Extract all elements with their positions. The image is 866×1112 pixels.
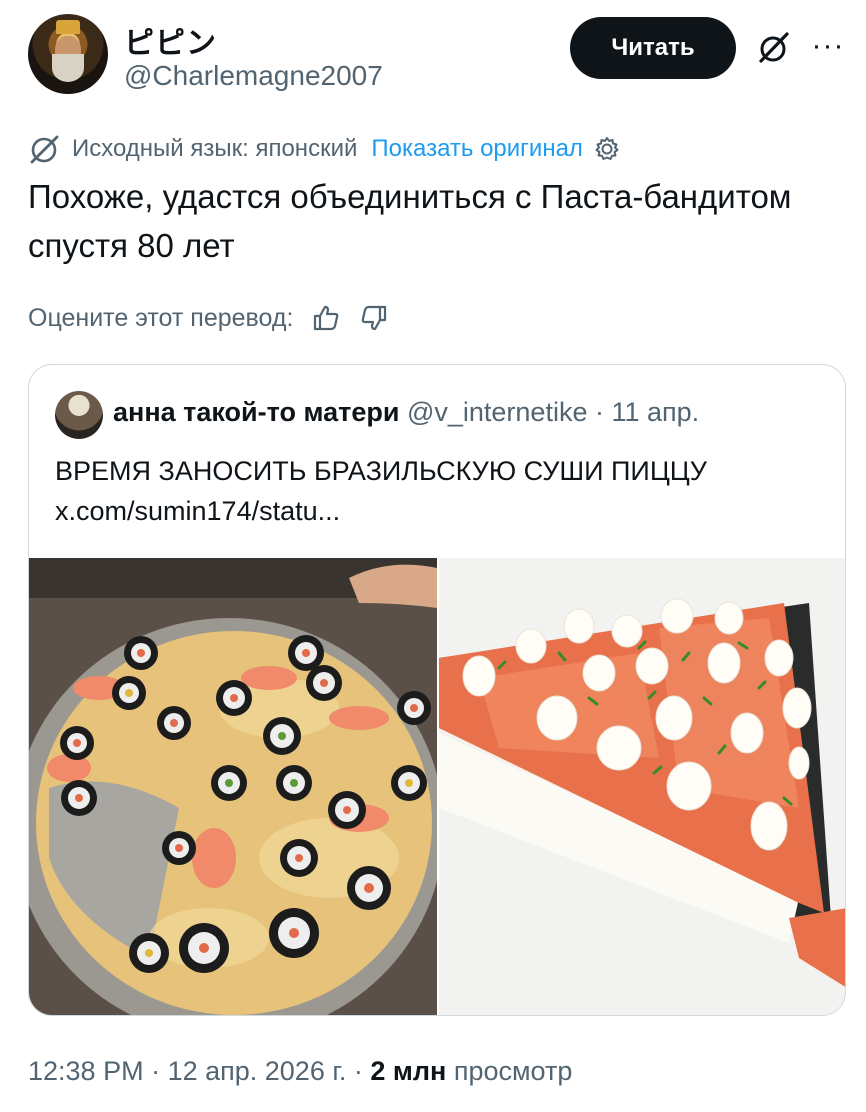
avatar-beard	[52, 54, 84, 82]
tweet-time[interactable]: 12:38 PM	[28, 1056, 144, 1086]
quoted-author-avatar	[55, 391, 103, 439]
quoted-tweet-text: ВРЕМЯ ЗАНОСИТЬ БРАЗИЛЬСКУЮ СУШИ ПИЦЦУ x.…	[55, 451, 825, 531]
gear-icon[interactable]	[593, 135, 621, 163]
tweet-header: ピピン @Charlemagne2007 Читать ···	[0, 0, 866, 110]
translation-info-row: Исходный язык: японский Показать оригина…	[28, 134, 621, 164]
quoted-author-handle: @v_internetike	[406, 397, 588, 427]
meta-separator: ·	[143, 1056, 168, 1086]
more-icon[interactable]: ···	[808, 28, 848, 68]
quoted-text-line: ВРЕМЯ ЗАНОСИТЬ БРАЗИЛЬСКУЮ СУШИ ПИЦЦУ	[55, 456, 707, 486]
translate-icon	[30, 135, 59, 164]
thumbs-up-icon[interactable]	[311, 303, 341, 333]
quoted-tweet-card[interactable]: анна такой-то матери @v_internetike · 11…	[28, 364, 846, 1016]
views-label: просмотр	[446, 1056, 573, 1086]
quoted-link[interactable]: x.com/sumin174/statu...	[55, 491, 825, 531]
follow-button[interactable]: Читать	[570, 17, 736, 79]
sushi-pizza-photo[interactable]	[29, 558, 437, 1015]
source-language-label: Исходный язык: японский	[72, 135, 358, 162]
tweet-translated-text: Похоже, удастся объединиться с Паста-бан…	[28, 178, 792, 264]
author-avatar[interactable]	[28, 14, 108, 94]
sushi-slice-photo[interactable]	[439, 558, 845, 1015]
author-handle[interactable]: @Charlemagne2007	[124, 60, 383, 92]
tweet-date[interactable]: 12 апр. 2026 г.	[168, 1056, 347, 1086]
rate-translation-label: Оцените этот перевод:	[28, 303, 294, 332]
thumbs-down-icon[interactable]	[359, 303, 389, 333]
show-original-link[interactable]: Показать оригинал	[371, 135, 583, 163]
avatar-crown	[56, 20, 80, 34]
tweet-meta: 12:38 PM · 12 апр. 2026 г. · 2 млн просм…	[28, 1056, 572, 1087]
quoted-separator: ·	[594, 397, 604, 427]
quoted-media	[29, 558, 845, 1015]
rate-translation-row: Оцените этот перевод:	[28, 300, 389, 336]
quoted-author-name: анна такой-то матери	[113, 397, 400, 427]
views-count[interactable]: 2 млн	[370, 1056, 446, 1086]
meta-separator: ·	[346, 1056, 371, 1086]
author-display-name[interactable]: ピピン	[124, 18, 217, 62]
quoted-date: 11 апр.	[611, 397, 700, 427]
quoted-tweet-header: анна такой-то матери @v_internetike · 11…	[113, 397, 699, 428]
grok-icon[interactable]	[756, 30, 792, 66]
